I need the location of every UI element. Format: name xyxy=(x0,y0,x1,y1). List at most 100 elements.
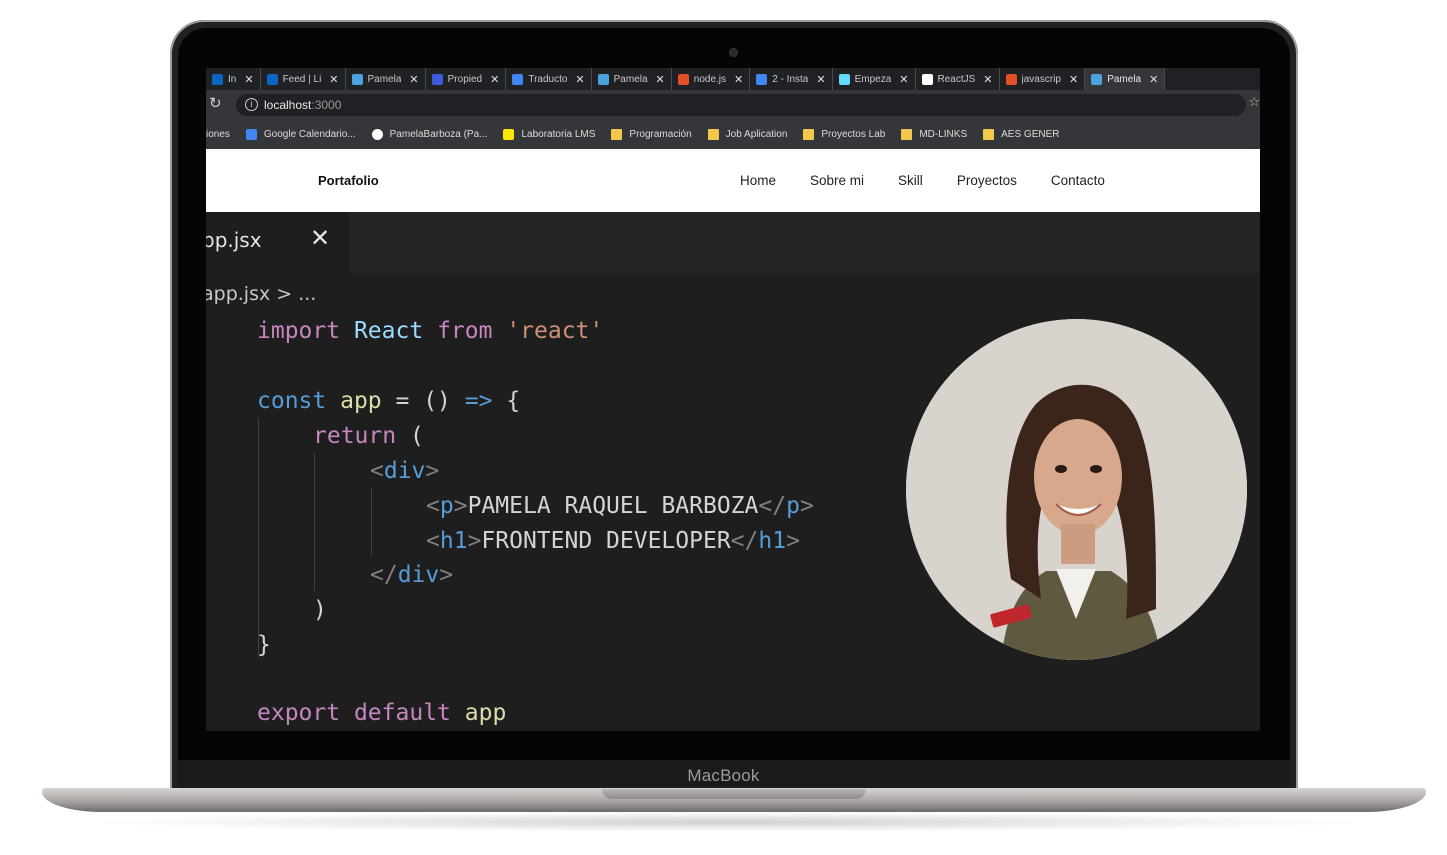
bookmark-item[interactable]: PamelaBarboza (Pa... xyxy=(371,129,488,140)
tab-label: javascrip xyxy=(1021,73,1061,85)
code-punct: () xyxy=(423,388,451,414)
editor-breadcrumb[interactable]: app.jsx > ... xyxy=(206,283,316,305)
tab-label: ReactJS xyxy=(937,73,976,85)
code-tag: div xyxy=(383,458,426,484)
code-line-export: export default app xyxy=(257,698,506,728)
code-keyword: return xyxy=(313,423,397,449)
code-line-import: import React from 'react' xyxy=(257,316,603,346)
code-line-brace-close: } xyxy=(257,630,271,660)
code-keyword: import xyxy=(257,318,341,344)
tab-close-icon[interactable]: ✕ xyxy=(734,73,743,86)
folder-icon xyxy=(901,129,913,140)
editor-tab-strip: pp.jsx ✕ xyxy=(206,212,1260,273)
tab-close-icon[interactable]: ✕ xyxy=(983,73,992,86)
tag-bracket: > xyxy=(786,528,800,554)
code-text: PAMELA RAQUEL BARBOZA xyxy=(467,493,759,519)
bookmark-label: PamelaBarboza (Pa... xyxy=(389,129,488,140)
tag-bracket: > xyxy=(439,562,454,588)
url-input[interactable]: i localhost:3000 xyxy=(236,94,1246,116)
bookmarks-bar: iones Google Calendario... PamelaBarboza (… xyxy=(206,120,1260,150)
browser-tab[interactable]: ReactJS ✕ xyxy=(916,68,1000,90)
tab-close-icon[interactable]: ✕ xyxy=(899,73,908,86)
tab-favicon-icon xyxy=(677,73,689,85)
site-logo[interactable]: Portafolio xyxy=(318,173,379,188)
browser-tab[interactable]: Empeza ✕ xyxy=(833,68,916,90)
bookmark-label: Job Aplication xyxy=(725,129,788,140)
bookmark-star-icon[interactable]: ☆ xyxy=(1248,95,1260,110)
address-bar: ↻ i localhost:3000 ☆ xyxy=(206,90,1260,120)
folder-icon xyxy=(611,129,623,140)
nav-link-contacto[interactable]: Contacto xyxy=(1051,173,1105,188)
tab-close-icon[interactable]: ✕ xyxy=(1149,73,1158,86)
bookmark-label: AES GENER xyxy=(1001,129,1060,140)
tab-label: Pamela xyxy=(613,73,648,85)
info-icon[interactable]: i xyxy=(245,98,258,111)
laptop-shadow xyxy=(80,812,1380,832)
code-identifier: app xyxy=(464,700,507,726)
bookmark-item[interactable]: Laboratoria LMS xyxy=(503,129,595,140)
tag-bracket: </ xyxy=(758,493,787,519)
nav-link-skill[interactable]: Skill xyxy=(898,173,923,188)
browser-tab[interactable]: Pamela ✕ xyxy=(346,68,426,90)
tab-label: Pamela xyxy=(1107,73,1142,85)
bookmark-label: Programación xyxy=(629,129,692,140)
bookmark-item[interactable]: Programación xyxy=(611,129,692,140)
tab-close-icon[interactable]: ✕ xyxy=(1069,73,1078,86)
code-keyword: from xyxy=(437,318,493,344)
tab-favicon-icon xyxy=(512,73,524,85)
folder-icon xyxy=(983,129,995,140)
bookmark-item[interactable]: Proyectos Lab xyxy=(803,129,885,140)
nav-link-sobre-mi[interactable]: Sobre mi xyxy=(810,173,864,188)
tab-close-icon[interactable]: ✕ xyxy=(656,73,665,86)
browser-tab[interactable]: Traducto ✕ xyxy=(506,68,592,90)
code-tag: h1 xyxy=(758,528,787,554)
editor-file-tab[interactable]: pp.jsx ✕ xyxy=(206,212,350,273)
tab-close-icon[interactable]: ✕ xyxy=(329,73,338,86)
bookmark-item[interactable]: Google Calendario... xyxy=(245,129,356,140)
browser-tab[interactable]: In ✕ xyxy=(206,68,261,90)
tab-close-icon[interactable]: ✕ xyxy=(409,73,418,86)
tab-close-icon[interactable]: ✕ xyxy=(816,73,825,86)
tab-label: 2 - Insta xyxy=(772,73,809,85)
code-line-p: <p>PAMELA RAQUEL BARBOZA</p> xyxy=(426,491,814,521)
tab-label: Propied xyxy=(447,73,483,85)
browser-tab[interactable]: Feed | Li ✕ xyxy=(261,68,346,90)
tab-favicon-icon xyxy=(212,73,223,85)
bookmark-item[interactable]: AES GENER xyxy=(983,129,1059,140)
browser-tab[interactable]: Pamela ✕ xyxy=(1085,68,1166,90)
tab-favicon-icon xyxy=(1005,73,1017,85)
bookmark-item[interactable]: iones xyxy=(206,129,230,140)
browser-tab[interactable]: 2 - Insta ✕ xyxy=(750,68,833,90)
tab-favicon-icon xyxy=(597,73,609,85)
bookmark-favicon-icon xyxy=(245,129,257,140)
browser-tab[interactable]: node.js ✕ xyxy=(672,68,751,90)
code-line-h1: <h1>FRONTEND DEVELOPER</h1> xyxy=(426,526,800,556)
code-tag: p xyxy=(439,493,454,519)
tab-close-icon[interactable]: ✕ xyxy=(244,73,253,86)
code-line-div-close: </div> xyxy=(370,560,453,590)
browser-tab[interactable]: Pamela ✕ xyxy=(592,68,672,90)
tab-favicon-icon xyxy=(921,73,933,85)
bookmark-item[interactable]: Job Aplication xyxy=(707,129,788,140)
reload-icon[interactable]: ↻ xyxy=(209,94,222,112)
browser-tab[interactable]: javascrip ✕ xyxy=(1000,68,1086,90)
code-line-return: return ( xyxy=(313,421,424,451)
tab-close-icon[interactable]: ✕ xyxy=(490,73,499,86)
nav-link-home[interactable]: Home xyxy=(740,173,776,188)
code-punct: ) xyxy=(313,597,327,623)
indent-guide xyxy=(371,488,372,556)
bookmark-label: Proyectos Lab xyxy=(821,129,886,140)
browser-tab[interactable]: Propied ✕ xyxy=(426,68,507,90)
bookmark-item[interactable]: MD-LINKS xyxy=(901,129,967,140)
bookmark-label: Google Calendario... xyxy=(263,129,356,140)
tab-close-icon[interactable]: ✕ xyxy=(575,73,584,86)
file-tab-label: pp.jsx xyxy=(206,228,262,252)
tab-label: In xyxy=(228,73,237,85)
profile-photo xyxy=(906,319,1247,660)
profile-photo-illustration xyxy=(906,319,1247,660)
code-identifier: app xyxy=(340,388,382,414)
code-keyword: const xyxy=(257,388,327,414)
nav-link-proyectos[interactable]: Proyectos xyxy=(957,173,1017,188)
close-icon[interactable]: ✕ xyxy=(310,224,330,252)
site-navbar: Portafolio Home Sobre mi Skill Proyectos… xyxy=(206,149,1260,212)
